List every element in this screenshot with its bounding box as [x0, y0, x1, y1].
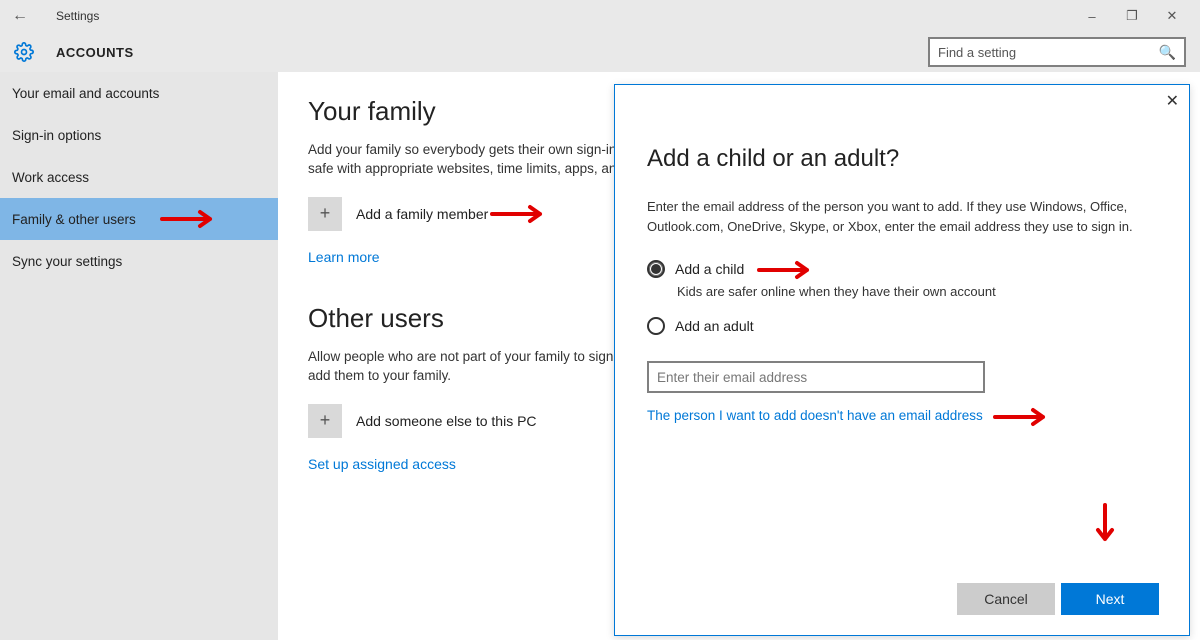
- annotation-arrow-icon: [993, 407, 1053, 427]
- sidebar-item-label: Sign-in options: [12, 128, 101, 143]
- annotation-arrow-down-icon: [1094, 503, 1116, 547]
- header-bar: ACCOUNTS 🔍: [0, 32, 1200, 72]
- sidebar-item-work-access[interactable]: Work access: [0, 156, 278, 198]
- plus-icon: +: [308, 197, 342, 231]
- sidebar: Your email and accounts Sign-in options …: [0, 72, 278, 640]
- assigned-access-link[interactable]: Set up assigned access: [308, 456, 456, 472]
- sidebar-item-sync-settings[interactable]: Sync your settings: [0, 240, 278, 282]
- sidebar-item-label: Work access: [12, 170, 89, 185]
- annotation-arrow-icon: [160, 209, 220, 229]
- radio-add-child[interactable]: Add a child: [647, 260, 1157, 278]
- page-title: ACCOUNTS: [56, 45, 134, 60]
- search-box[interactable]: 🔍: [928, 37, 1186, 67]
- radio-child-subtext: Kids are safer online when they have the…: [677, 284, 1157, 299]
- maximize-button[interactable]: ❐: [1112, 8, 1152, 24]
- radio-icon: [647, 260, 665, 278]
- minimize-button[interactable]: –: [1072, 9, 1112, 24]
- annotation-arrow-icon: [757, 260, 817, 280]
- email-input[interactable]: [647, 361, 985, 393]
- sidebar-item-family-users[interactable]: Family & other users: [0, 198, 278, 240]
- radio-label: Add a child: [675, 261, 744, 277]
- sidebar-item-signin-options[interactable]: Sign-in options: [0, 114, 278, 156]
- radio-label: Add an adult: [675, 318, 754, 334]
- learn-more-link[interactable]: Learn more: [308, 249, 380, 265]
- add-person-dialog: ✕ Add a child or an adult? Enter the ema…: [614, 84, 1190, 636]
- sidebar-item-label: Family & other users: [12, 212, 136, 227]
- sidebar-item-email-accounts[interactable]: Your email and accounts: [0, 72, 278, 114]
- cancel-button[interactable]: Cancel: [957, 583, 1055, 615]
- back-button[interactable]: ←: [8, 7, 32, 25]
- add-other-label: Add someone else to this PC: [356, 413, 537, 429]
- close-window-button[interactable]: ✕: [1152, 8, 1192, 24]
- next-button[interactable]: Next: [1061, 583, 1159, 615]
- annotation-arrow-icon: [490, 204, 550, 224]
- sidebar-item-label: Sync your settings: [12, 254, 122, 269]
- dialog-title: Add a child or an adult?: [647, 145, 1157, 173]
- no-email-link[interactable]: The person I want to add doesn't have an…: [647, 408, 983, 423]
- search-input[interactable]: [938, 45, 1159, 60]
- dialog-desc: Enter the email address of the person yo…: [647, 197, 1157, 236]
- add-family-label: Add a family member: [356, 206, 488, 222]
- gear-icon: [14, 42, 34, 62]
- search-icon: 🔍: [1159, 44, 1176, 61]
- plus-icon: +: [308, 404, 342, 438]
- sidebar-item-label: Your email and accounts: [12, 86, 159, 101]
- radio-add-adult[interactable]: Add an adult: [647, 317, 1157, 335]
- window-title: Settings: [56, 9, 99, 23]
- radio-icon: [647, 317, 665, 335]
- window-titlebar: ← Settings – ❐ ✕: [0, 0, 1200, 32]
